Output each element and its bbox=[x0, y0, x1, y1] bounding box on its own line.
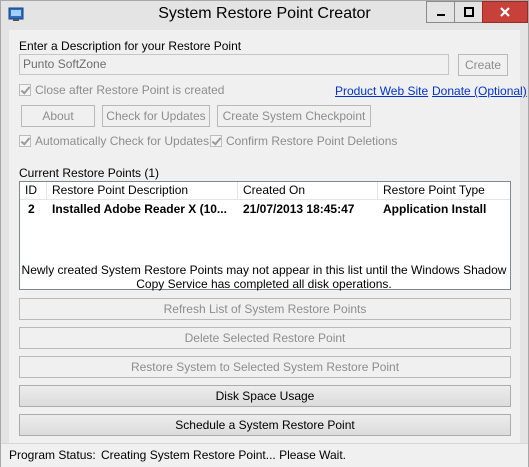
checkbox-checked-icon bbox=[19, 84, 31, 96]
close-after-label: Close after Restore Point is created bbox=[35, 83, 225, 97]
refresh-button[interactable]: Refresh List of System Restore Points bbox=[19, 298, 511, 320]
confirm-deletions-checkbox[interactable]: Confirm Restore Point Deletions bbox=[210, 134, 397, 148]
row-description: Installed Adobe Reader X (10... bbox=[52, 202, 227, 216]
donate-link[interactable]: Donate (Optional) bbox=[432, 84, 527, 98]
table-row[interactable]: 2 Installed Adobe Reader X (10... 21/07/… bbox=[20, 200, 510, 218]
minimize-icon bbox=[436, 14, 445, 16]
row-created-on: 21/07/2013 18:45:47 bbox=[243, 202, 355, 216]
auto-check-label: Automatically Check for Updates bbox=[35, 134, 210, 148]
about-button[interactable]: About bbox=[21, 105, 95, 127]
app-window: System Restore Point Creator Enter a Des… bbox=[0, 0, 529, 467]
shadow-copy-note: Newly created System Restore Points may … bbox=[21, 263, 507, 291]
status-value: Creating System Restore Point... Please … bbox=[101, 448, 346, 462]
column-type[interactable]: Restore Point Type bbox=[378, 182, 510, 199]
confirm-deletions-label: Confirm Restore Point Deletions bbox=[226, 134, 398, 148]
checkbox-checked-icon bbox=[210, 135, 222, 147]
status-label: Program Status: bbox=[9, 448, 96, 462]
row-id: 2 bbox=[28, 202, 35, 216]
check-updates-button[interactable]: Check for Updates bbox=[102, 105, 210, 127]
list-header: ID Restore Point Description Created On … bbox=[20, 182, 510, 200]
create-checkpoint-button[interactable]: Create System Checkpoint bbox=[217, 105, 371, 127]
create-button[interactable]: Create bbox=[458, 54, 508, 76]
delete-selected-button[interactable]: Delete Selected Restore Point bbox=[19, 327, 511, 349]
disk-space-button[interactable]: Disk Space Usage bbox=[19, 385, 511, 407]
column-id[interactable]: ID bbox=[20, 182, 47, 199]
close-button[interactable] bbox=[482, 1, 528, 23]
status-bar: Program Status: Creating System Restore … bbox=[1, 443, 528, 467]
minimize-button[interactable] bbox=[426, 1, 455, 23]
maximize-button[interactable] bbox=[454, 1, 483, 23]
restore-selected-button[interactable]: Restore System to Selected System Restor… bbox=[19, 356, 511, 378]
column-created-on[interactable]: Created On bbox=[238, 182, 378, 199]
row-type: Application Install bbox=[383, 202, 487, 216]
product-web-site-link[interactable]: Product Web Site bbox=[335, 84, 428, 98]
column-description[interactable]: Restore Point Description bbox=[47, 182, 238, 199]
close-after-checkbox[interactable]: Close after Restore Point is created bbox=[19, 83, 224, 97]
description-label: Enter a Description for your Restore Poi… bbox=[19, 39, 242, 53]
restore-points-heading: Current Restore Points (1) bbox=[19, 166, 160, 180]
client-area: Enter a Description for your Restore Poi… bbox=[9, 30, 527, 443]
checkbox-checked-icon bbox=[19, 135, 31, 147]
title-bar[interactable]: System Restore Point Creator bbox=[1, 1, 528, 29]
description-input[interactable]: Punto SoftZone bbox=[19, 54, 449, 75]
auto-check-checkbox[interactable]: Automatically Check for Updates bbox=[19, 134, 209, 148]
schedule-button[interactable]: Schedule a System Restore Point bbox=[19, 414, 511, 436]
close-icon bbox=[500, 7, 510, 17]
maximize-icon bbox=[463, 7, 474, 17]
